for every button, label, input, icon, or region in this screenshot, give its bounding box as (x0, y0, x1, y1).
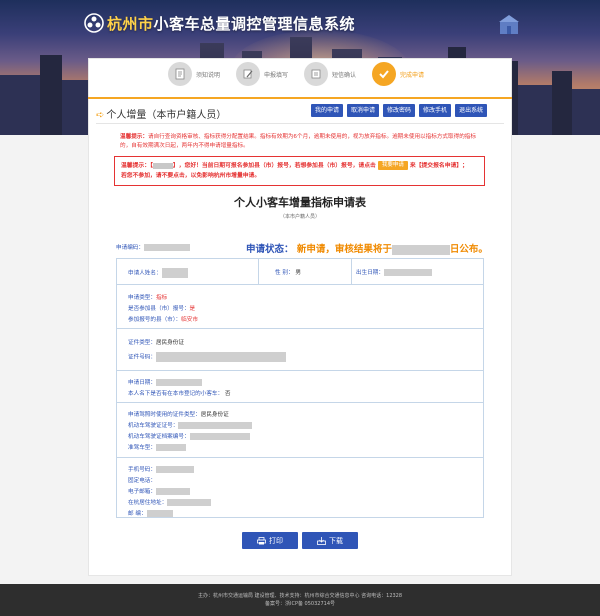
footer-line-2: 备案号：浙ICP备 05032714号 (264, 601, 336, 607)
logout-button[interactable]: 退出系统 (455, 104, 488, 117)
step-fill-in: 申报填写 (236, 62, 288, 86)
apply-type-field: 申请类型：指标 (128, 295, 168, 301)
step-divider (88, 97, 512, 99)
address-field: 在杭居住地址： (128, 498, 212, 506)
license-class-field: 准驾车型： (128, 443, 186, 451)
id-number-field: 证件号码： (128, 352, 286, 362)
step-label: 短信确认 (332, 71, 357, 79)
logo-icon (84, 13, 104, 33)
footer-line-1: 主办：杭州市交通运输局 建设管理、技术支持：杭州市综合交通信息中心 咨询电话：1… (197, 593, 403, 599)
download-icon (317, 536, 326, 545)
edit-icon (236, 62, 260, 86)
license-file-field: 机动车驾驶证档案编号： (128, 432, 250, 440)
cancel-application-button[interactable]: 取消申请 (347, 104, 380, 117)
application-number: 申请编码： (116, 243, 190, 251)
county-registration-field: 参加报号的县（市）：临安市 (128, 317, 198, 323)
tip-label: 温馨提示： (120, 134, 148, 140)
section-rule (96, 123, 504, 124)
license-number-field: 机动车驾驶证证号： (128, 421, 253, 429)
application-form (116, 258, 484, 518)
application-status: 申请状态： 新申请，审核结果将于 日公布。 (246, 241, 488, 255)
change-password-button[interactable]: 修改密码 (383, 104, 416, 117)
postcode-field: 邮 编： (128, 509, 173, 517)
progress-steps: 须知说明 申报填写 短信确认 完成申请 (168, 62, 438, 90)
my-application-button[interactable]: 我的申请 (311, 104, 344, 117)
notice-line-2: 若您不参加，请不要点击，以免影响杭州市增量申请。 (121, 173, 261, 179)
tip-text: 请自行查询资格审核、指标获得分配置结果。指标有效期为6个月，逾期未使用的，视为放… (120, 134, 476, 149)
masked-date (391, 244, 450, 255)
document-icon (168, 62, 192, 86)
title-city: 杭州市 (107, 15, 154, 33)
printer-icon (257, 536, 266, 544)
status-suffix: 日公布。 (449, 244, 488, 255)
id-type-field: 证件类型：居民身份证 (128, 340, 184, 346)
download-button[interactable]: 下载 (302, 532, 358, 549)
title-system: 小客车总量调控管理信息系统 (153, 15, 356, 33)
tel-field: 固定电话： (128, 478, 156, 484)
form-title: 个人小客车增量指标申请表 (234, 196, 366, 209)
applicant-name-field: 申请人姓名： (128, 268, 188, 278)
step-sms-confirm: 短信确认 (304, 62, 356, 86)
section-title: ➪ 个人增量（本市户籍人员） (96, 106, 226, 121)
phone-field: 手机号码： (128, 465, 194, 473)
system-title: 杭州市小客车总量调控管理信息系统 (107, 13, 355, 34)
gender-field: 性 别： 男 (275, 270, 301, 276)
notice-greeting: ，您好！当前日期可报名参加县（市）报号，若想参加县（市）报号，请点击 (178, 163, 376, 169)
license-id-type-field: 申请驾照时使用的证件类型：居民身份证 (128, 412, 229, 418)
section-title-text: 个人增量（本市户籍人员） (106, 110, 227, 121)
notice-after: 来【提交报名申请】； (409, 163, 468, 169)
masked-app-no (143, 244, 190, 251)
step-label: 须知说明 (196, 71, 221, 79)
status-prefix: 新申请，审核结果将于 (296, 244, 392, 255)
step-label: 完成申请 (400, 71, 425, 79)
print-button[interactable]: 打印 (242, 532, 298, 549)
county-notice: 温馨提示：【 】，您好！当前日期可报名参加县（市）报号，若想参加县（市）报号，请点… (114, 156, 485, 186)
top-actions: 我的申请 取消申请 修改密码 修改手机 退出系统 (311, 104, 488, 117)
form-subtitle: （本市户籍人员） (279, 214, 320, 220)
arrow-right-icon: ➪ (96, 110, 105, 121)
change-phone-button[interactable]: 修改手机 (419, 104, 452, 117)
apply-county-button[interactable]: 我要申请 (377, 161, 408, 170)
app-no-label: 申请编码： (116, 245, 144, 251)
birth-date-field: 出生日期： (356, 268, 432, 276)
email-field: 电子邮箱： (128, 487, 190, 495)
check-icon (372, 62, 396, 86)
county-participation-field: 是否参加县（市）报号：是 (128, 306, 196, 312)
message-icon (304, 62, 328, 86)
mascot-icon (499, 15, 519, 34)
status-label: 申请状态： (246, 244, 294, 255)
has-car-field: 本人名下是否有在本市登记的小客车： 否 (128, 391, 231, 397)
footer: 主办：杭州市交通运输局 建设管理、技术支持：杭州市综合交通信息中心 咨询电话：1… (0, 584, 600, 616)
step-instructions: 须知说明 (168, 62, 220, 86)
step-complete: 完成申请 (372, 62, 424, 86)
apply-date-field: 申请日期： (128, 378, 202, 386)
masked-name (152, 162, 173, 169)
step-label: 申报填写 (264, 71, 289, 79)
notice-label: 温馨提示： (121, 163, 150, 169)
notice-line-1: 温馨提示：【 】，您好！当前日期可报名参加县（市）报号，若想参加县（市）报号，请点… (121, 161, 468, 170)
warm-tip: 温馨提示：请自行查询资格审核、指标获得分配置结果。指标有效期为6个月，逾期未使用… (120, 133, 480, 151)
